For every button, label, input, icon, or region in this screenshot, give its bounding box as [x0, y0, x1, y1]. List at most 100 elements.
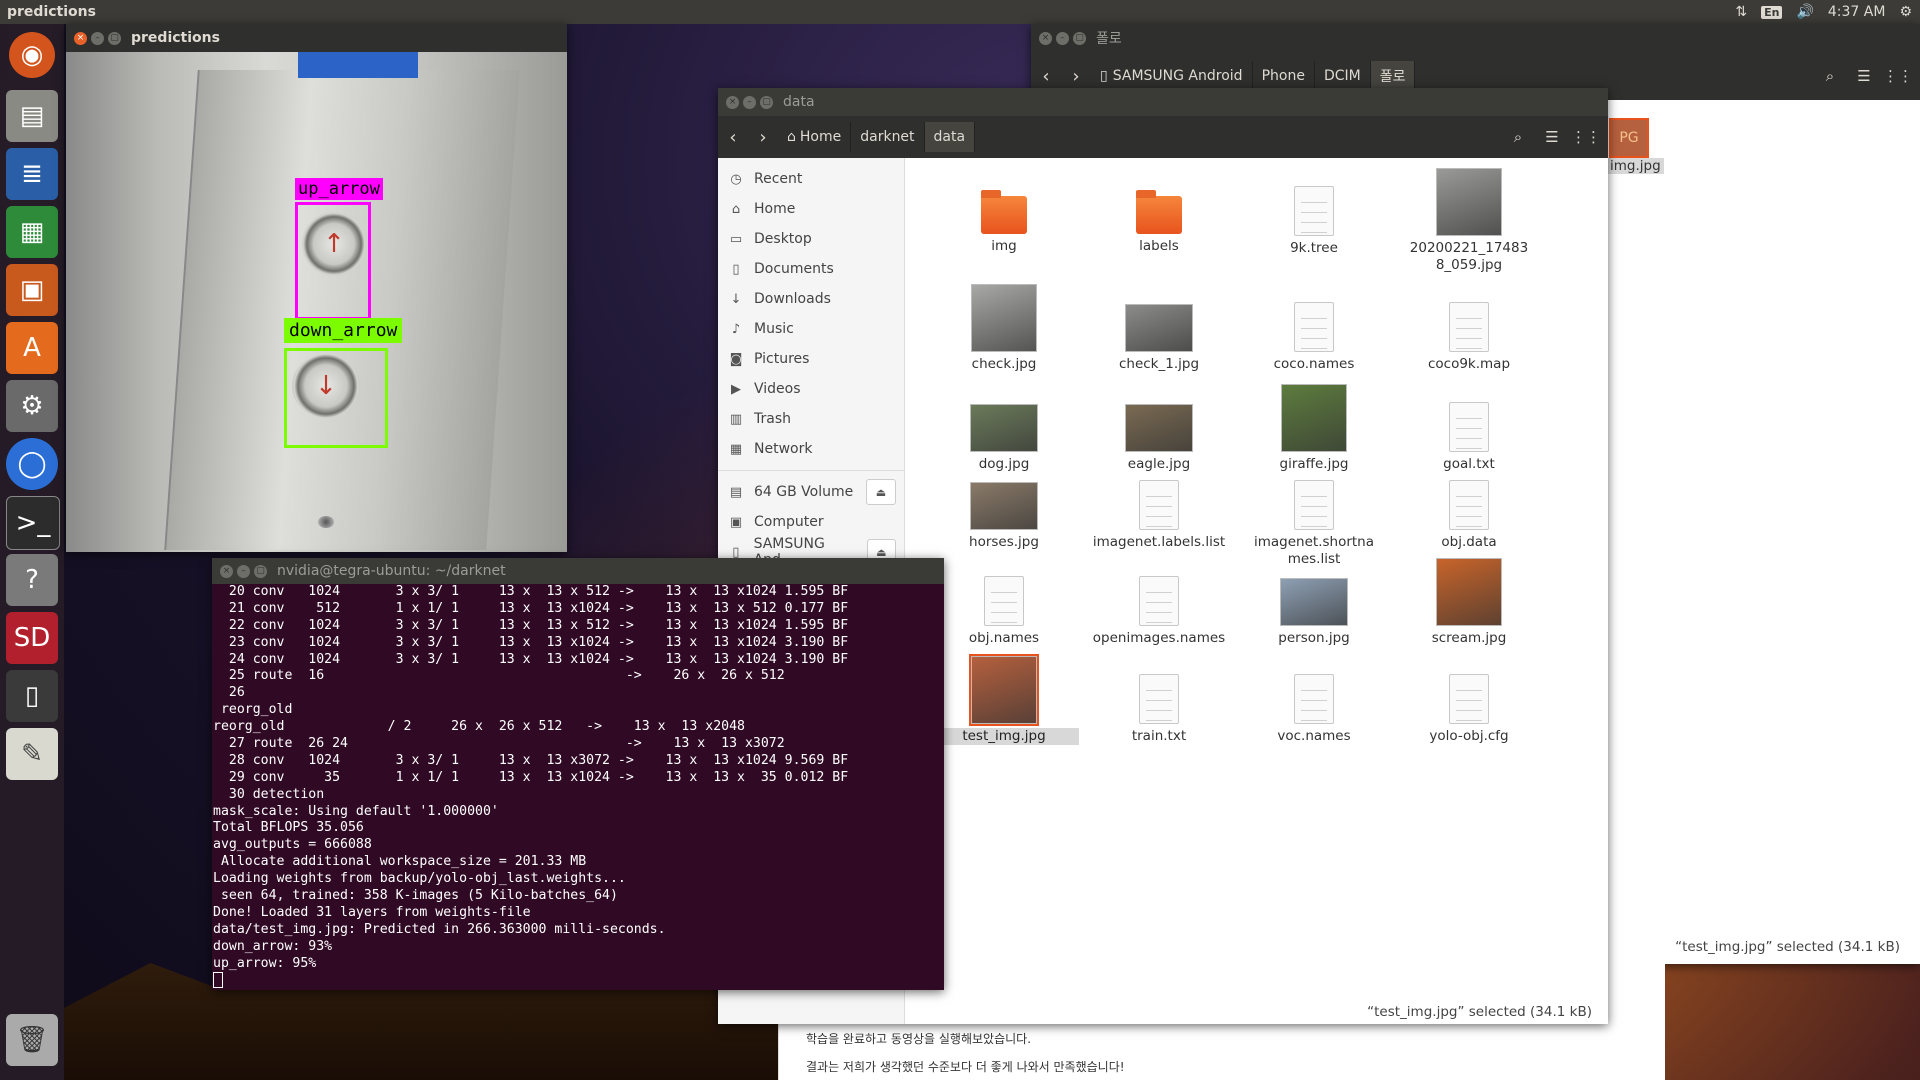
writer-icon[interactable]: ≣: [6, 148, 58, 200]
eject-icon[interactable]: ⏏: [866, 479, 896, 505]
sidebar-item-computer[interactable]: ▣ Computer: [718, 507, 904, 537]
terminal-prompt[interactable]: [213, 972, 945, 989]
file-name[interactable]: img.jpg: [1607, 158, 1664, 174]
close-button[interactable]: ×: [74, 31, 87, 45]
folder-item[interactable]: labels: [1084, 168, 1234, 255]
trash-icon[interactable]: 🗑: [6, 1014, 58, 1066]
file-item[interactable]: eagle.jpg: [1084, 384, 1234, 473]
sidebar-item-desktop[interactable]: ▭ Desktop: [718, 224, 904, 254]
window-title: data: [783, 94, 815, 110]
sidebar-item-label: Downloads: [754, 291, 831, 307]
sidebar-item-pictures[interactable]: ◙ Pictures: [718, 344, 904, 374]
terminal-line: 28 conv 1024 3 x 3/ 1 13 x 13 x3072 -> 1…: [213, 752, 849, 768]
sidebar-item-trash[interactable]: ▥ Trash: [718, 404, 904, 434]
file-item[interactable]: goal.txt: [1394, 384, 1544, 473]
breadcrumb-home[interactable]: ⌂ Home: [778, 122, 852, 152]
text-file-icon: [1139, 674, 1179, 724]
file-item[interactable]: person.jpg: [1239, 558, 1389, 647]
file-item[interactable]: dog.jpg: [929, 384, 1079, 473]
forward-button[interactable]: ›: [1061, 61, 1091, 91]
minimize-button[interactable]: –: [237, 564, 250, 578]
close-button[interactable]: ×: [220, 564, 233, 578]
file-item[interactable]: coco.names: [1239, 284, 1389, 373]
sidebar-item-downloads[interactable]: ↓ Downloads: [718, 284, 904, 314]
settings-icon[interactable]: ⚙: [6, 380, 58, 432]
breadcrumb-samsung[interactable]: ▯ SAMSUNG Android: [1091, 61, 1253, 91]
list-view-icon[interactable]: ☰: [1850, 62, 1878, 90]
file-item[interactable]: test_img.jpg: [929, 656, 1079, 745]
volume-icon[interactable]: 🔊: [1796, 4, 1813, 20]
breadcrumb-current[interactable]: 폴로: [1370, 61, 1416, 91]
ubuntu-dash-icon[interactable]: ◉: [9, 32, 55, 78]
software-center-icon[interactable]: A: [6, 322, 58, 374]
minimize-button[interactable]: –: [91, 31, 104, 45]
file-item[interactable]: obj.names: [929, 558, 1079, 647]
keyboard-layout-indicator[interactable]: En: [1761, 5, 1783, 19]
breadcrumb-dcim[interactable]: DCIM: [1315, 61, 1371, 91]
text-editor-icon[interactable]: ✎: [6, 728, 58, 780]
sidebar-item-recent[interactable]: ◷ Recent: [718, 164, 904, 194]
maximize-button[interactable]: ▢: [254, 564, 267, 578]
sidebar-item-network[interactable]: ▦ Network: [718, 434, 904, 464]
close-button[interactable]: ×: [1039, 31, 1052, 45]
file-item[interactable]: voc.names: [1239, 656, 1389, 745]
back-button[interactable]: ‹: [718, 122, 748, 152]
file-item[interactable]: 9k.tree: [1239, 168, 1389, 257]
terminal-icon[interactable]: >_: [6, 496, 60, 550]
files-icon[interactable]: ▤: [6, 90, 58, 142]
file-item[interactable]: coco9k.map: [1394, 284, 1544, 373]
terminal-line: avg_outputs = 666088: [213, 837, 372, 853]
file-item[interactable]: obj.data: [1394, 462, 1544, 551]
sidebar-item-home[interactable]: ⌂ Home: [718, 194, 904, 224]
network-transfer-icon[interactable]: ⇅: [1735, 4, 1747, 20]
up-arrow-label: up_arrow: [295, 178, 383, 200]
file-item[interactable]: imagenet.shortnames.list: [1239, 462, 1389, 568]
forward-button[interactable]: ›: [748, 122, 778, 152]
help-icon[interactable]: ?: [6, 554, 58, 606]
file-item[interactable]: check_1.jpg: [1084, 284, 1234, 373]
breadcrumb-data[interactable]: data: [924, 122, 976, 152]
file-name: check.jpg: [971, 356, 1037, 372]
terminal-line: data/test_img.jpg: Predicted in 266.3630…: [213, 921, 666, 937]
text-file-icon: [1449, 402, 1489, 452]
close-button[interactable]: ×: [726, 95, 739, 109]
sidebar-item-documents[interactable]: ▯ Documents: [718, 254, 904, 284]
chromium-icon[interactable]: ◯: [6, 438, 58, 490]
sidebar-item-label: Music: [754, 321, 794, 337]
impress-icon[interactable]: ▣: [6, 264, 58, 316]
breadcrumb-phone[interactable]: Phone: [1253, 61, 1315, 91]
minimize-button[interactable]: –: [1056, 31, 1069, 45]
clock[interactable]: 4:37 AM: [1828, 4, 1886, 20]
sd-card-icon[interactable]: SD: [6, 612, 58, 664]
file-thumbnail[interactable]: PG: [1609, 118, 1649, 158]
file-item[interactable]: yolo-obj.cfg: [1394, 656, 1544, 745]
breadcrumb-darknet[interactable]: darknet: [851, 122, 925, 152]
sidebar-item-videos[interactable]: ▶ Videos: [718, 374, 904, 404]
terminal-line: 30 detection: [213, 786, 325, 802]
grid-view-icon[interactable]: ⋮⋮: [1883, 62, 1913, 90]
list-view-icon[interactable]: ☰: [1538, 123, 1566, 151]
file-item[interactable]: 20200221_174838_059.jpg: [1394, 168, 1544, 274]
back-button[interactable]: ‹: [1031, 61, 1061, 91]
minimize-button[interactable]: –: [743, 95, 756, 109]
file-item[interactable]: imagenet.labels.list: [1084, 462, 1234, 551]
maximize-button[interactable]: ▢: [760, 95, 773, 109]
file-item[interactable]: openimages.names: [1084, 558, 1234, 647]
terminal-output[interactable]: 20 conv 1024 3 x 3/ 1 13 x 13 x 512 -> 1…: [212, 584, 945, 990]
search-icon[interactable]: ⌕: [1816, 62, 1844, 90]
sidebar-item-music[interactable]: ♪ Music: [718, 314, 904, 344]
file-item[interactable]: scream.jpg: [1394, 558, 1544, 647]
grid-view-icon[interactable]: ⋮⋮: [1571, 123, 1601, 151]
maximize-button[interactable]: ▢: [108, 31, 121, 45]
phone-icon[interactable]: ▯: [6, 670, 58, 722]
settings-gear-icon[interactable]: ⚙: [1899, 4, 1912, 20]
calc-icon[interactable]: ▦: [6, 206, 58, 258]
file-item[interactable]: check.jpg: [929, 284, 1079, 373]
search-icon[interactable]: ⌕: [1504, 123, 1532, 151]
maximize-button[interactable]: ▢: [1073, 31, 1086, 45]
file-item[interactable]: train.txt: [1084, 656, 1234, 745]
file-item[interactable]: giraffe.jpg: [1239, 384, 1389, 473]
file-item[interactable]: horses.jpg: [929, 462, 1079, 551]
sidebar-item-64-gb-volume[interactable]: ▤ 64 GB Volume ⏏: [718, 477, 904, 507]
folder-item[interactable]: img: [929, 168, 1079, 255]
